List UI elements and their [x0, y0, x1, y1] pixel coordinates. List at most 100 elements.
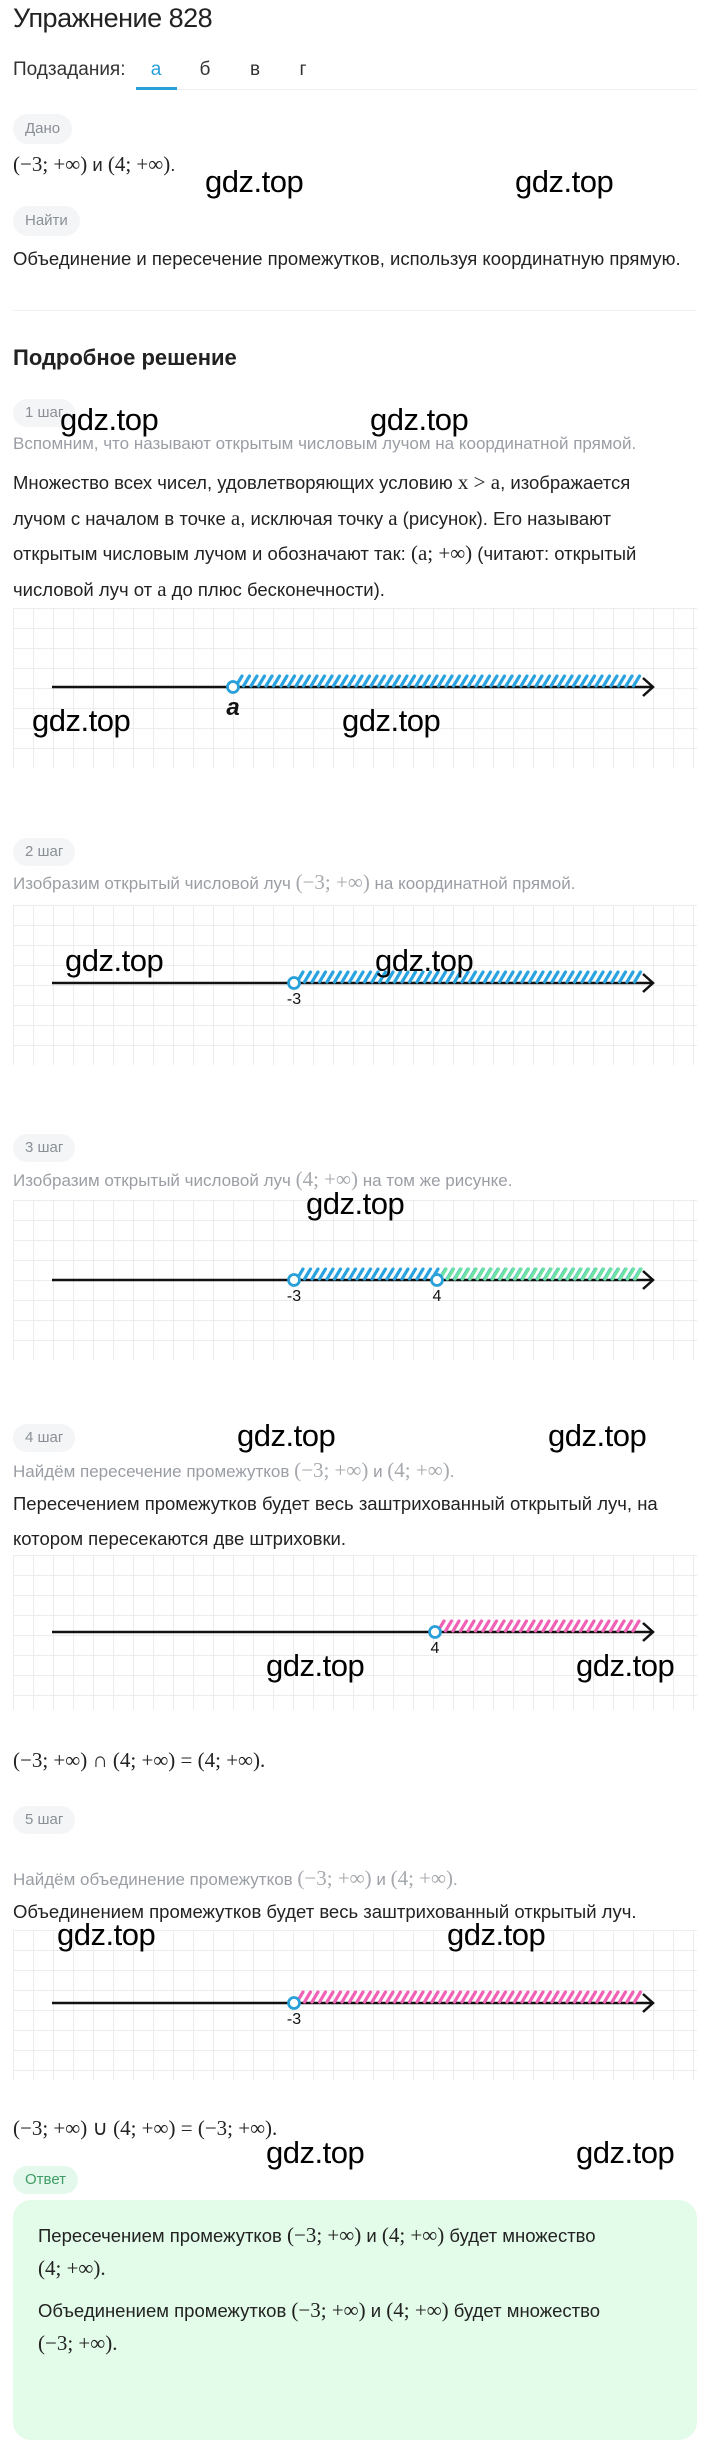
- hatch-mark: [407, 1267, 418, 1281]
- hatch-mark: [362, 1267, 373, 1281]
- step-1-paragraph: числовой луч от a до плюс бесконечности)…: [13, 577, 385, 602]
- hatch-mark: [482, 1990, 493, 2004]
- text-segment: Найдём пересечение промежутков: [13, 1462, 295, 1481]
- hatch-mark: [302, 970, 313, 984]
- hatch-mark: [602, 970, 613, 984]
- hatch-mark: [361, 674, 372, 688]
- hatch-mark: [572, 970, 583, 984]
- text-segment: Множество всех чисел, удовлетворяющих ус…: [13, 472, 458, 493]
- hatch-mark: [550, 970, 560, 984]
- number-line-svg: -3 4: [52, 1267, 655, 1305]
- math-expression: (−3; +∞): [286, 2223, 362, 2247]
- hatch-mark: [512, 970, 523, 984]
- math-expression: x > a: [457, 470, 501, 494]
- tab-v[interactable]: в: [235, 59, 275, 81]
- hatch-mark: [594, 674, 604, 688]
- hatch-mark: [309, 674, 319, 688]
- hatch-mark: [489, 674, 499, 688]
- hatch-mark: [332, 1990, 343, 2004]
- hatch-mark: [571, 674, 582, 688]
- hatch-mark: [518, 1619, 529, 1633]
- math-expression: (−3; +∞): [13, 152, 88, 176]
- hatch-mark: [407, 1990, 418, 2004]
- hatch-mark: [458, 1619, 469, 1633]
- hatch-mark: [346, 674, 357, 688]
- math-expression: (4; +∞).: [38, 2256, 106, 2280]
- hatch-mark: [481, 674, 492, 688]
- hatch-mark: [587, 1990, 598, 2004]
- watermark: gdz.top: [576, 1648, 675, 1683]
- hatch-mark: [332, 1267, 343, 1281]
- hatch-mark: [340, 1990, 350, 2004]
- step-4-paragraph: котором пересекаются две штриховки.: [13, 1528, 346, 1550]
- hatch-mark: [580, 970, 590, 984]
- watermark: gdz.top: [205, 164, 304, 199]
- hatch-mark: [608, 1619, 619, 1633]
- hatch-mark: [625, 970, 635, 984]
- text-segment: и: [371, 1870, 391, 1889]
- hatch-mark: [616, 1619, 626, 1633]
- text-segment: Изобразим открытый числовой луч: [13, 874, 296, 893]
- step-4-label: 4 шаг: [13, 1424, 76, 1452]
- point-label: -3: [287, 1288, 301, 1305]
- tab-g[interactable]: г: [283, 59, 323, 81]
- hatch-mark: [317, 1990, 328, 2004]
- hatch-mark: [609, 674, 619, 688]
- hatch-mark: [534, 674, 544, 688]
- text-segment: и: [361, 2225, 382, 2246]
- hatch-mark: [586, 674, 597, 688]
- hatch-mark: [520, 1990, 530, 2004]
- hatch-mark: [549, 674, 559, 688]
- watermark: gdz.top: [576, 2135, 675, 2170]
- hatch-mark: [467, 1990, 478, 2004]
- hatch-mark: [362, 1990, 373, 2004]
- watermark: gdz.top: [32, 703, 131, 738]
- text-segment: .: [453, 1870, 458, 1889]
- hatch-mark: [631, 674, 642, 688]
- hatch-mark: [610, 1990, 620, 2004]
- hatch-mark: [631, 1619, 641, 1633]
- hatch-mark: [616, 674, 627, 688]
- point-label: 4: [433, 1288, 442, 1305]
- open-point-icon: [287, 1273, 301, 1287]
- hatch-mark: [542, 1990, 553, 2004]
- hatch-mark: [595, 1990, 605, 2004]
- hatch-mark: [533, 1619, 544, 1633]
- watermark: gdz.top: [266, 1648, 365, 1683]
- text-segment: , изображается: [500, 472, 631, 493]
- hatch-mark: [593, 1619, 604, 1633]
- hatch-mark: [505, 970, 515, 984]
- hatch-mark: [399, 674, 409, 688]
- math-expression: (4; +∞): [381, 2223, 445, 2247]
- hatch-mark: [302, 1267, 313, 1281]
- tab-b[interactable]: б: [185, 59, 225, 81]
- hatch-mark: [385, 1267, 395, 1281]
- hatch-mark: [565, 1990, 575, 2004]
- hatch-mark: [331, 674, 342, 688]
- hatch-mark: [444, 674, 454, 688]
- hatch-mark: [355, 1990, 365, 2004]
- hatch-mark: [535, 1990, 545, 2004]
- answer-line: (4; +∞).: [38, 2256, 106, 2281]
- hatch-mark: [301, 674, 312, 688]
- text-segment: открытым числовым лучом и обозначают так…: [13, 543, 411, 564]
- hatch-mark: [481, 1619, 491, 1633]
- given-label: Дано: [13, 114, 73, 144]
- math-expression: a: [388, 506, 398, 530]
- hatch-mark: [452, 1990, 463, 2004]
- hatch-mark: [587, 970, 598, 984]
- answer-line: (−3; +∞).: [38, 2331, 117, 2356]
- union-result: (−3; +∞) ∪ (4; +∞) = (−3; +∞).: [13, 2116, 277, 2141]
- hatch-mark: [443, 1619, 454, 1633]
- step-3-intro: Изобразим открытый числовой луч (4; +∞) …: [13, 1167, 512, 1192]
- hatch-mark: [310, 970, 320, 984]
- hatch-mark: [406, 674, 417, 688]
- hatch-mark: [302, 1990, 313, 2004]
- step-3-label: 3 шаг: [13, 1134, 76, 1162]
- number-line-figure-3: -3 4: [13, 1200, 697, 1360]
- text-segment: числовой луч от: [13, 579, 158, 600]
- tab-a[interactable]: а: [136, 59, 176, 81]
- step-1-paragraph: открытым числовым лучом и обозначают так…: [13, 541, 636, 566]
- hatch-mark: [557, 970, 568, 984]
- hatch-mark: [377, 1267, 388, 1281]
